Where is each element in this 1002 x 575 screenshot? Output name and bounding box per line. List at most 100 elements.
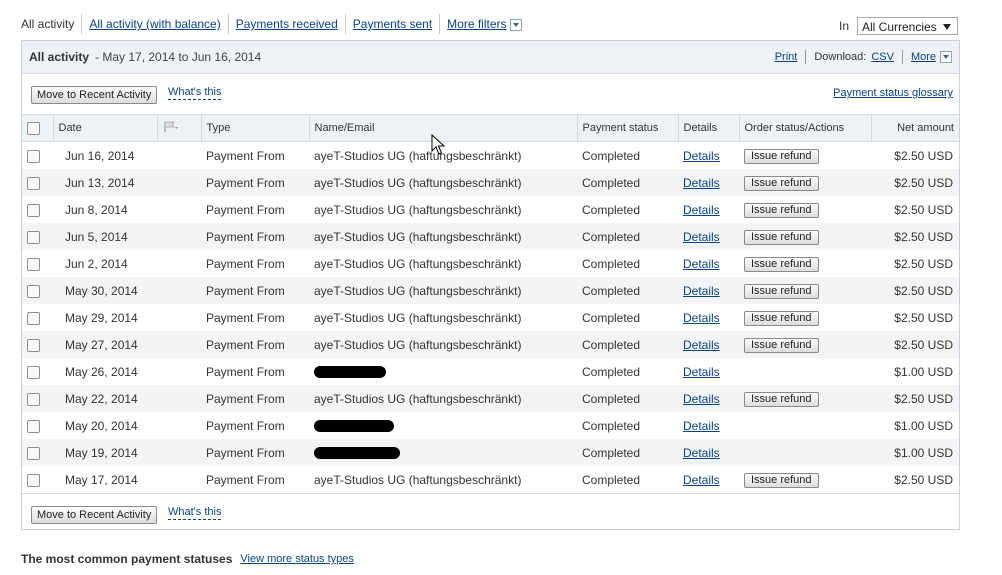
row-name: ayeT-Studios UG (haftungsbeschränkt) xyxy=(309,223,577,250)
row-date: Jun 2, 2014 xyxy=(65,256,128,271)
table-row: Jun 5, 2014 Payment From ayeT-Studios UG (… xyxy=(22,223,959,250)
tab-all-activity[interactable]: All activity xyxy=(21,14,81,34)
row-amount: $2.50 USD xyxy=(871,277,959,304)
row-type: Payment From xyxy=(201,223,309,250)
row-select-cell xyxy=(22,331,53,358)
details-link[interactable]: Details xyxy=(683,392,720,406)
row-checkbox[interactable] xyxy=(27,473,40,487)
move-to-recent-activity-button[interactable]: Move to Recent Activity xyxy=(31,506,158,524)
issue-refund-button[interactable]: Issue refund xyxy=(744,283,819,299)
row-status: Completed xyxy=(582,256,641,271)
dropdown-arrow-icon[interactable] xyxy=(943,24,951,30)
chevron-down-icon[interactable] xyxy=(509,18,522,31)
details-link[interactable]: Details xyxy=(683,419,720,433)
chevron-down-icon[interactable] xyxy=(940,51,952,63)
tab-all-activity-with-balance[interactable]: All activity (with balance) xyxy=(81,14,227,34)
print-link[interactable]: Print xyxy=(775,51,798,63)
col-order-status-actions: Order status/Actions xyxy=(739,114,872,142)
tab-payments-sent[interactable]: Payments sent xyxy=(344,14,439,34)
payment-status-glossary-link[interactable]: Payment status glossary xyxy=(833,87,953,99)
details-link[interactable]: Details xyxy=(683,149,720,163)
currency-filter: In All Currencies xyxy=(839,17,958,35)
issue-refund-button[interactable]: Issue refund xyxy=(744,148,819,164)
row-checkbox[interactable] xyxy=(27,338,40,352)
csv-download-link[interactable]: CSV xyxy=(871,51,894,63)
row-checkbox[interactable] xyxy=(27,392,40,406)
details-link[interactable]: Details xyxy=(683,284,720,298)
issue-refund-button[interactable]: Issue refund xyxy=(744,337,819,353)
details-link[interactable]: Details xyxy=(683,338,720,352)
details-link[interactable]: Details xyxy=(683,176,720,190)
row-action-cell xyxy=(739,412,871,439)
more-link[interactable]: More xyxy=(911,51,936,63)
row-amount: $1.00 USD xyxy=(894,418,953,433)
issue-refund-button[interactable]: Issue refund xyxy=(744,229,819,245)
col-net-amount[interactable]: Net amount xyxy=(871,114,959,142)
row-checkbox[interactable] xyxy=(27,176,40,190)
row-date: May 22, 2014 xyxy=(53,385,157,412)
panel-title: All activity xyxy=(29,50,90,64)
details-link[interactable]: Details xyxy=(683,473,720,487)
row-action-cell: Issue refund xyxy=(739,196,871,223)
table-row: May 30, 2014 Payment From ayeT-Studios UG … xyxy=(22,277,959,304)
row-amount: $2.50 USD xyxy=(894,256,953,271)
row-checkbox[interactable] xyxy=(27,149,40,163)
row-select-cell xyxy=(22,466,53,493)
details-link[interactable]: Details xyxy=(683,446,720,460)
flag-icon[interactable] xyxy=(163,121,179,133)
row-checkbox[interactable] xyxy=(27,230,40,244)
row-flag xyxy=(157,142,201,170)
row-checkbox[interactable] xyxy=(27,284,40,298)
table-row: May 26, 2014 Payment From Completed Details… xyxy=(22,358,959,385)
select-all-checkbox[interactable] xyxy=(27,121,40,135)
currency-select[interactable]: All Currencies xyxy=(857,17,958,35)
more-filters-label[interactable]: More filters xyxy=(447,17,506,31)
row-status: Completed xyxy=(577,331,678,358)
row-checkbox[interactable] xyxy=(27,311,40,325)
row-checkbox[interactable] xyxy=(27,446,40,460)
row-date: Jun 13, 2014 xyxy=(53,169,157,196)
col-payment-status[interactable]: Payment status xyxy=(577,114,679,142)
col-type[interactable]: Type xyxy=(201,114,310,142)
details-link[interactable]: Details xyxy=(683,365,720,379)
row-status: Completed xyxy=(582,418,641,433)
issue-refund-button[interactable]: Issue refund xyxy=(744,472,819,488)
row-checkbox[interactable] xyxy=(27,203,40,217)
footer: The most common payment statuses View mo… xyxy=(21,552,354,566)
table-row: Jun 8, 2014 Payment From ayeT-Studios UG (… xyxy=(22,196,959,223)
row-status: Completed xyxy=(577,439,678,466)
row-checkbox[interactable] xyxy=(27,419,40,433)
row-action-cell: Issue refund xyxy=(739,331,871,358)
issue-refund-button[interactable]: Issue refund xyxy=(744,310,819,326)
whats-this-link[interactable]: What's this xyxy=(168,506,222,520)
view-more-status-types-link[interactable]: View more status types xyxy=(240,553,354,565)
move-to-recent-activity-button[interactable]: Move to Recent Activity xyxy=(31,86,158,104)
row-checkbox[interactable] xyxy=(27,257,40,271)
tab-more-filters[interactable]: More filters xyxy=(439,14,528,34)
details-link[interactable]: Details xyxy=(683,230,720,244)
row-checkbox[interactable] xyxy=(27,365,40,379)
currency-select-value: All Currencies xyxy=(862,20,937,34)
whats-this-link[interactable]: What's this xyxy=(168,86,222,100)
issue-refund-button[interactable]: Issue refund xyxy=(744,391,819,407)
row-amount: $2.50 USD xyxy=(871,385,959,412)
row-name xyxy=(309,412,577,439)
details-link[interactable]: Details xyxy=(683,203,720,217)
row-action-cell xyxy=(739,439,871,466)
details-link[interactable]: Details xyxy=(683,311,720,325)
row-type: Payment From xyxy=(201,169,309,196)
row-type: Payment From xyxy=(201,439,309,466)
issue-refund-button[interactable]: Issue refund xyxy=(744,175,819,191)
col-flag[interactable] xyxy=(157,114,202,142)
activity-filter-tabs: All activity All activity (with balance)… xyxy=(21,13,529,35)
redacted-name xyxy=(314,447,400,460)
col-date[interactable]: Date xyxy=(53,114,158,142)
tab-payments-received[interactable]: Payments received xyxy=(227,14,345,34)
issue-refund-button[interactable]: Issue refund xyxy=(744,256,819,272)
details-link[interactable]: Details xyxy=(683,257,720,271)
row-status: Completed xyxy=(582,472,641,487)
issue-refund-button[interactable]: Issue refund xyxy=(744,202,819,218)
row-amount: $2.50 USD xyxy=(871,169,959,196)
row-name: ayeT-Studios UG (haftungsbeschränkt) xyxy=(314,256,522,271)
row-action-cell: Issue refund xyxy=(739,466,871,493)
